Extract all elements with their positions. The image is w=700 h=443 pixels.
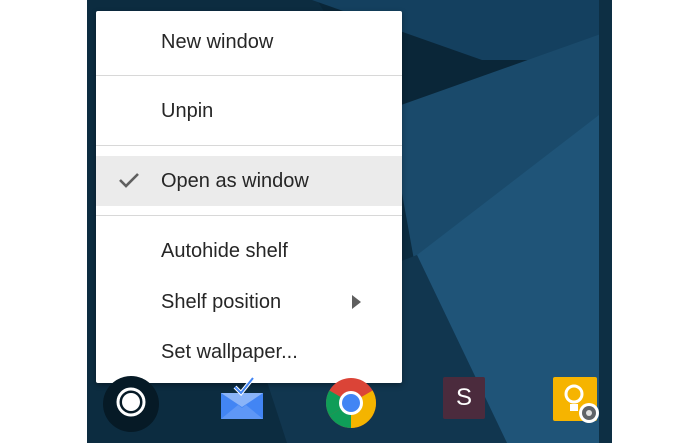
inbox-envelope-icon[interactable] <box>218 375 266 423</box>
menu-item-label: New window <box>161 30 274 53</box>
shelf-context-menu: New window Unpin Open as window Autohide… <box>96 11 402 383</box>
launcher-circle-icon[interactable] <box>103 376 159 432</box>
menu-item-label: Shelf position <box>161 290 282 313</box>
menu-item-label: Autohide shelf <box>161 239 288 262</box>
keep-bulb-icon[interactable] <box>553 377 601 425</box>
menu-item-label: Unpin <box>161 99 214 122</box>
menu-separator <box>96 75 402 76</box>
menu-item-label: Set wallpaper... <box>161 340 298 363</box>
menu-item-autohide-shelf[interactable]: Autohide shelf <box>96 226 402 276</box>
chrome-os-desktop: New window Unpin Open as window Autohide… <box>87 0 612 443</box>
s-app-letter: S <box>455 384 472 411</box>
submenu-arrow-icon <box>352 295 361 309</box>
menu-item-new-window[interactable]: New window <box>96 17 402 67</box>
menu-separator <box>96 215 402 216</box>
menu-separator <box>96 145 402 146</box>
menu-item-open-as-window[interactable]: Open as window <box>96 156 402 206</box>
chrome-icon[interactable] <box>325 377 377 429</box>
menu-item-label: Open as window <box>161 169 309 192</box>
menu-item-unpin[interactable]: Unpin <box>96 86 402 136</box>
checkmark-icon <box>119 173 139 188</box>
menu-item-set-wallpaper[interactable]: Set wallpaper... <box>96 327 402 377</box>
menu-item-shelf-position[interactable]: Shelf position <box>96 277 402 327</box>
s-app-icon[interactable]: S <box>443 377 485 419</box>
